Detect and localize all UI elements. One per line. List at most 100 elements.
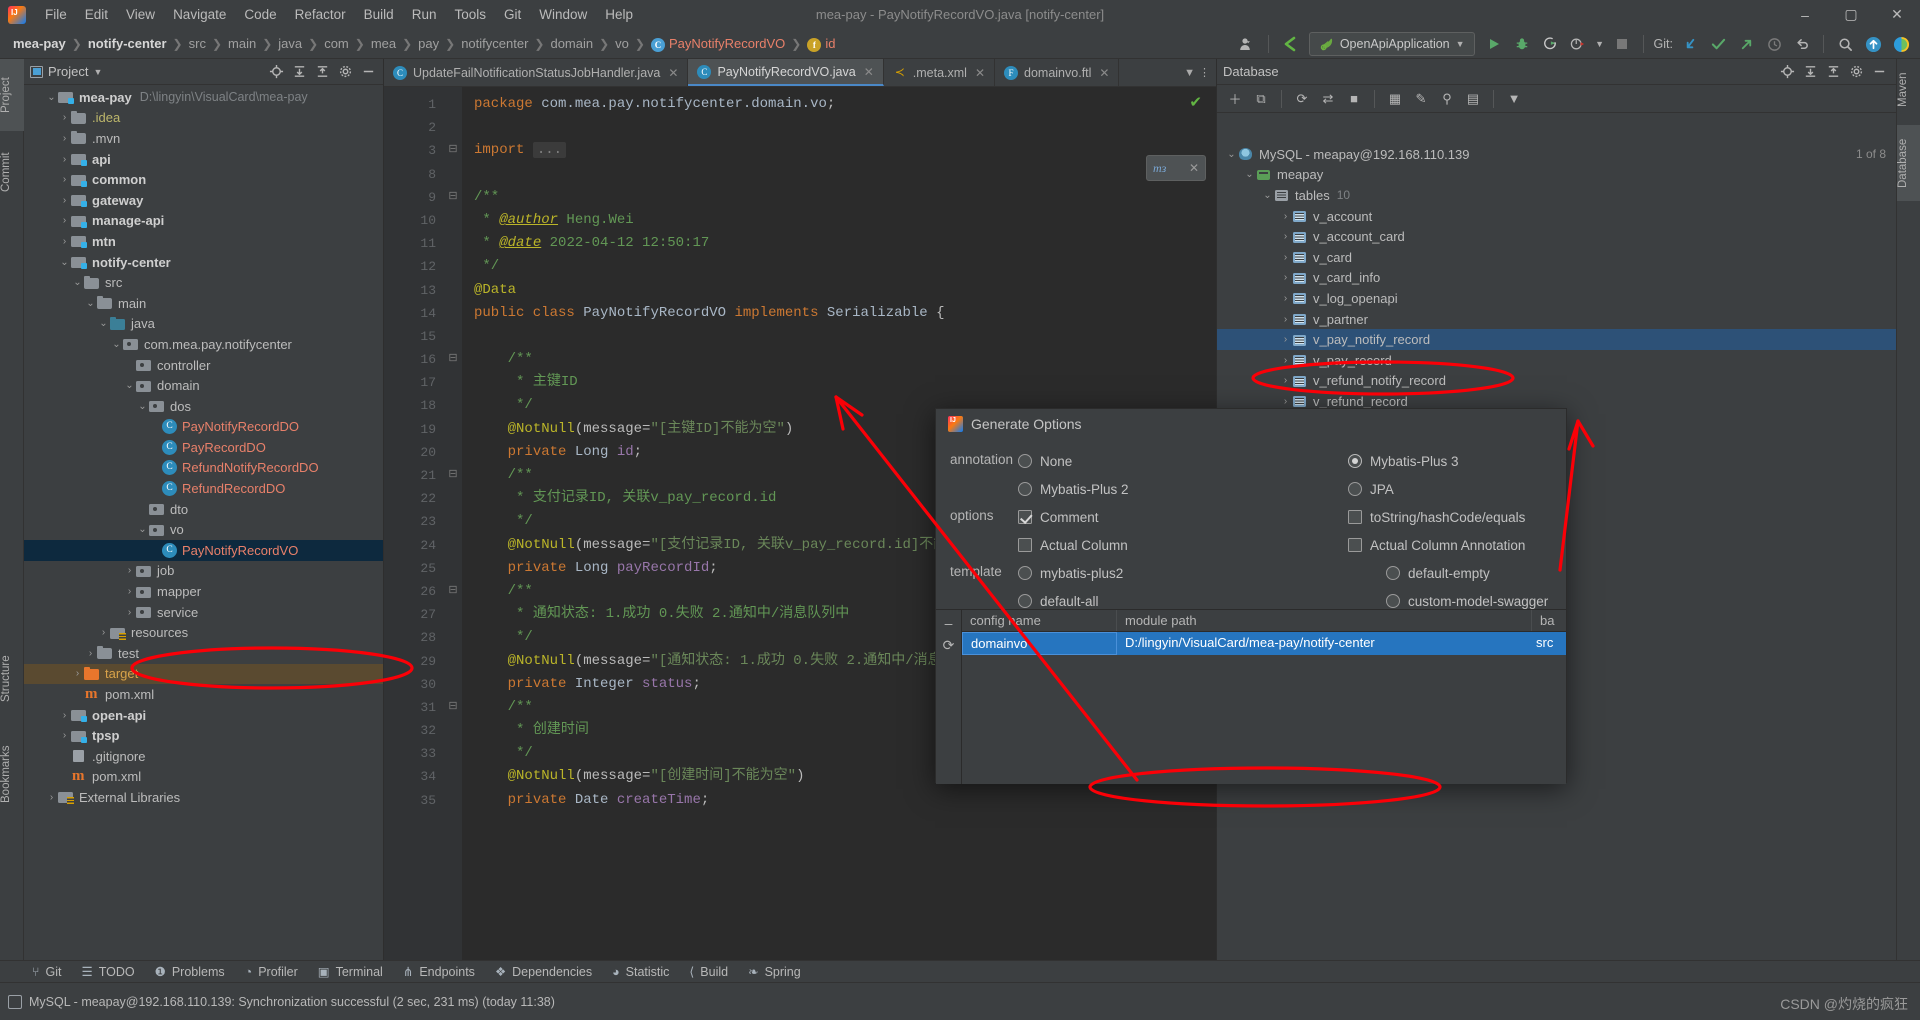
chevron-right-icon[interactable]: ›: [84, 648, 97, 659]
menu-navigate[interactable]: Navigate: [164, 4, 235, 25]
rail-tab-project[interactable]: Project: [0, 59, 24, 131]
chevron-right-icon[interactable]: ›: [1279, 252, 1292, 263]
tree-row-job[interactable]: › job: [24, 561, 383, 582]
tree-row-vo[interactable]: ⌄ vo: [24, 519, 383, 540]
tree-row-target[interactable]: › target: [24, 663, 383, 685]
fold-toggle-icon[interactable]: ⊟: [444, 464, 462, 487]
run-configuration-selector[interactable]: OpenApiApplication ▼: [1308, 32, 1475, 56]
editor-fold-gutter[interactable]: ⊟ ⊟ ⊟ ⊟ ⊟ ⊟: [444, 87, 462, 961]
project-panel-title-group[interactable]: Project ▼: [28, 64, 102, 79]
tree-row-service[interactable]: › service: [24, 602, 383, 623]
more-options-icon[interactable]: ⋮: [1199, 66, 1210, 79]
radio-annotation-none[interactable]: None: [1018, 447, 1348, 475]
update-project-icon[interactable]: [1277, 32, 1303, 56]
tree-row-controller[interactable]: controller: [24, 355, 383, 376]
chevron-down-icon[interactable]: ⌄: [45, 92, 58, 103]
menu-build[interactable]: Build: [355, 4, 403, 25]
breadcrumb-pay[interactable]: pay: [413, 34, 444, 53]
chevron-down-icon[interactable]: ⌄: [123, 380, 136, 391]
close-icon[interactable]: ✕: [975, 66, 985, 80]
breadcrumb-java[interactable]: java: [273, 34, 307, 53]
chevron-down-icon[interactable]: ⌄: [1261, 190, 1274, 201]
stop-button[interactable]: [1609, 32, 1635, 56]
db-tree-row-tables[interactable]: ⌄ tables 10: [1217, 185, 1896, 206]
breadcrumb-com[interactable]: com: [319, 34, 354, 53]
tool-window-build[interactable]: ⟨ Build: [679, 961, 738, 983]
profile-button[interactable]: [1565, 32, 1591, 56]
close-icon[interactable]: ✕: [1099, 66, 1109, 80]
rail-tab-structure[interactable]: Structure: [0, 639, 24, 719]
checkbox-comment[interactable]: Comment: [1018, 503, 1348, 531]
db-tree-row-v-account[interactable]: › v_account: [1217, 206, 1896, 227]
chevron-right-icon[interactable]: ›: [1279, 293, 1292, 304]
db-tree-row-v-pay-record[interactable]: › v_pay_record: [1217, 350, 1896, 371]
settings-gear-icon[interactable]: [1845, 61, 1867, 83]
refresh-icon[interactable]: ⟳: [1290, 88, 1314, 110]
git-revert-icon[interactable]: [1789, 32, 1815, 56]
radio-annotation-jpa[interactable]: JPA: [1348, 475, 1552, 503]
chevron-right-icon[interactable]: ›: [58, 133, 71, 144]
tree-row-refundnotifyrecorddo[interactable]: RefundNotifyRecordDO: [24, 458, 383, 479]
checkbox-actual-column-annotation[interactable]: Actual Column Annotation: [1348, 531, 1552, 559]
tree-row-paynotifyrecordvo[interactable]: PayNotifyRecordVO: [24, 540, 383, 561]
tree-row-dto[interactable]: dto: [24, 499, 383, 520]
chevron-right-icon[interactable]: ›: [1279, 231, 1292, 242]
tool-window-profiler[interactable]: ◔ Profiler: [235, 961, 308, 983]
fold-toggle-icon[interactable]: ⊟: [444, 696, 462, 719]
tree-row-pom-xml[interactable]: pom.xml: [24, 767, 383, 788]
chevron-down-icon[interactable]: ⌄: [110, 339, 123, 350]
menu-file[interactable]: File: [36, 4, 76, 25]
checkbox-tostring-hashcode-equals[interactable]: toString/hashCode/equals: [1348, 503, 1552, 531]
scroll-from-source-icon[interactable]: [265, 61, 287, 83]
tree-row-manage-api[interactable]: › manage-api: [24, 211, 383, 232]
menu-window[interactable]: Window: [530, 4, 596, 25]
git-update-icon[interactable]: [1677, 32, 1703, 56]
tool-window-todo[interactable]: ☰ TODO: [72, 961, 145, 983]
rail-tab-maven[interactable]: Maven: [1897, 61, 1920, 119]
db-tree-row-v-account-card[interactable]: › v_account_card: [1217, 226, 1896, 247]
tree-row-root[interactable]: ⌄ mea-pay D:\lingyin\VisualCard\mea-pay: [24, 87, 383, 108]
tool-window-spring[interactable]: ❧ Spring: [738, 961, 811, 983]
tree-row-paynotifyrecorddo[interactable]: PayNotifyRecordDO: [24, 417, 383, 438]
tree-row--gitignore[interactable]: .gitignore: [24, 746, 383, 767]
cell-config-name[interactable]: domainvo: [962, 632, 1117, 655]
tree-row-com-mea-pay-notifycenter[interactable]: ⌄ com.mea.pay.notifycenter: [24, 334, 383, 355]
tree-row-payrecorddo[interactable]: PayRecordDO: [24, 437, 383, 458]
chevron-down-icon[interactable]: ⌄: [136, 524, 149, 535]
db-tree-row-v-partner[interactable]: › v_partner: [1217, 309, 1896, 330]
breadcrumb-mea[interactable]: mea: [366, 34, 401, 53]
editor-tab-domainvo-ftl[interactable]: Fdomainvo.ftl ✕: [995, 59, 1120, 86]
git-commit-icon[interactable]: [1705, 32, 1731, 56]
tree-row-tpsp[interactable]: › tpsp: [24, 725, 383, 746]
minimize-button[interactable]: –: [1782, 0, 1828, 29]
fold-toggle-icon[interactable]: ⊟: [444, 139, 462, 162]
breadcrumb-field[interactable]: f id: [802, 34, 840, 54]
fold-toggle-icon[interactable]: ⊟: [444, 580, 462, 603]
chevron-right-icon[interactable]: ›: [58, 195, 71, 206]
remove-config-button[interactable]: –: [936, 612, 961, 634]
expand-all-icon[interactable]: [1799, 61, 1821, 83]
tree-row-dos[interactable]: ⌄ dos: [24, 396, 383, 417]
menu-run[interactable]: Run: [403, 4, 446, 25]
search-everywhere-icon[interactable]: [1832, 32, 1858, 56]
close-icon[interactable]: ✕: [864, 65, 874, 79]
tool-window-dependencies[interactable]: ❖ Dependencies: [485, 961, 602, 983]
chevron-right-icon[interactable]: ›: [123, 586, 136, 597]
tool-window-statistic[interactable]: ◕ Statistic: [602, 961, 679, 983]
breadcrumb-notifycenter[interactable]: notifycenter: [456, 34, 533, 53]
chevron-right-icon[interactable]: ›: [1279, 211, 1292, 222]
db-tree-row-v-log-openapi[interactable]: › v_log_openapi: [1217, 288, 1896, 309]
tree-row-notify-center[interactable]: ⌄ notify-center: [24, 252, 383, 273]
close-icon[interactable]: ✕: [668, 66, 678, 80]
editor-tabs-overflow[interactable]: ▼ ⋮: [1178, 59, 1216, 86]
db-tree-row-v-card-info[interactable]: › v_card_info: [1217, 268, 1896, 289]
debug-button[interactable]: [1509, 32, 1535, 56]
chevron-right-icon[interactable]: ›: [1279, 355, 1292, 366]
chevron-down-icon[interactable]: ⌄: [136, 401, 149, 412]
chevron-right-icon[interactable]: ›: [97, 627, 110, 638]
hide-panel-icon[interactable]: [1868, 61, 1890, 83]
fold-toggle-icon[interactable]: ⊟: [444, 348, 462, 371]
chevron-right-icon[interactable]: ›: [71, 668, 84, 679]
breadcrumb-main[interactable]: main: [223, 34, 261, 53]
tree-row-test[interactable]: › test: [24, 643, 383, 664]
